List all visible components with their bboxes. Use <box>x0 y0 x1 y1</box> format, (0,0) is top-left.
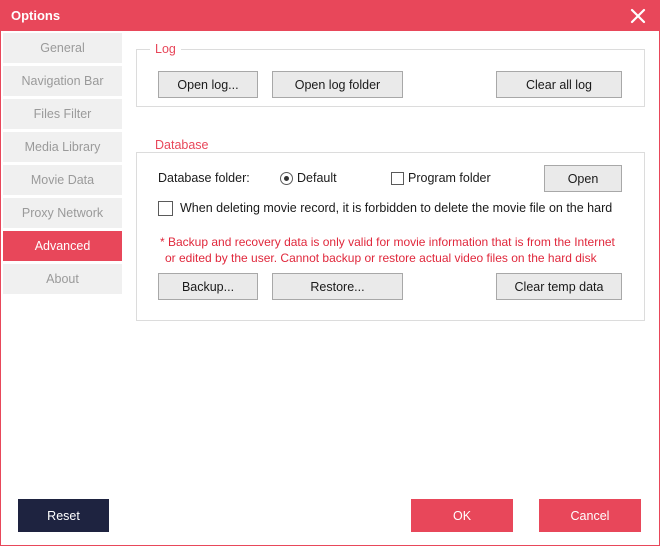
forbid-delete-label[interactable]: When deleting movie record, it is forbid… <box>180 201 612 215</box>
warning-line-1: * Backup and recovery data is only valid… <box>160 235 615 249</box>
backup-button[interactable]: Backup... <box>158 273 258 300</box>
clear-temp-data-button[interactable]: Clear temp data <box>496 273 622 300</box>
ok-button[interactable]: OK <box>411 499 513 532</box>
database-group-title: Database <box>150 138 214 152</box>
log-group-title: Log <box>150 42 181 56</box>
sidebar-item-navigation-bar[interactable]: Navigation Bar <box>3 66 122 96</box>
default-radio[interactable] <box>280 172 293 185</box>
options-window: Options General Navigation Bar Files Fil… <box>0 0 660 546</box>
sidebar-item-files-filter[interactable]: Files Filter <box>3 99 122 129</box>
sidebar-item-advanced[interactable]: Advanced <box>3 231 122 261</box>
sidebar-item-about[interactable]: About <box>3 264 122 294</box>
forbid-delete-checkbox[interactable] <box>158 201 173 216</box>
reset-button[interactable]: Reset <box>18 499 109 532</box>
warning-line-2: or edited by the user. Cannot backup or … <box>165 251 597 265</box>
program-folder-checkbox[interactable] <box>391 172 404 185</box>
database-folder-label: Database folder: <box>158 171 250 185</box>
sidebar-item-media-library[interactable]: Media Library <box>3 132 122 162</box>
open-log-button[interactable]: Open log... <box>158 71 258 98</box>
sidebar-item-proxy-network[interactable]: Proxy Network <box>3 198 122 228</box>
cancel-button[interactable]: Cancel <box>539 499 641 532</box>
sidebar-item-movie-data[interactable]: Movie Data <box>3 165 122 195</box>
window-title: Options <box>11 8 61 23</box>
program-folder-label[interactable]: Program folder <box>408 171 491 185</box>
restore-button[interactable]: Restore... <box>272 273 403 300</box>
open-log-folder-button[interactable]: Open log folder <box>272 71 403 98</box>
default-radio-label[interactable]: Default <box>297 171 337 185</box>
close-icon[interactable] <box>627 5 649 27</box>
radio-selected-dot <box>284 176 289 181</box>
open-database-button[interactable]: Open <box>544 165 622 192</box>
clear-all-log-button[interactable]: Clear all log <box>496 71 622 98</box>
backup-warning-text: * Backup and recovery data is only valid… <box>160 234 650 266</box>
title-bar: Options <box>1 1 659 31</box>
sidebar-item-general[interactable]: General <box>3 33 122 63</box>
